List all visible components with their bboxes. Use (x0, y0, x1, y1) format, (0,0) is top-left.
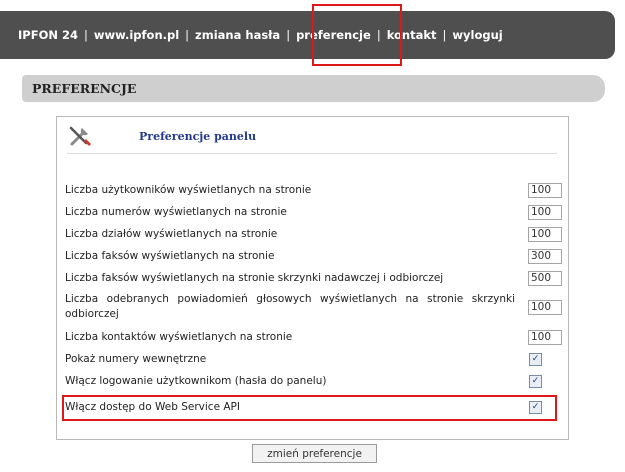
nav-change-password-link[interactable]: zmiana hasła (195, 28, 280, 42)
nav-separator: | (376, 28, 381, 42)
setting-label: Liczba odebranych powiadomień głosowych … (65, 293, 515, 320)
section-header: PREFERENCJE (22, 75, 605, 102)
panel-title: Preferencje panelu (139, 129, 257, 143)
nav-separator: | (286, 28, 291, 42)
setting-label: Pokaż numery wewnętrzne (65, 353, 207, 365)
setting-row-contacts: Liczba kontaktów wyświetlanych na stroni… (65, 327, 562, 347)
nav-site-link[interactable]: www.ipfon.pl (94, 28, 179, 42)
departments-per-page-input[interactable] (528, 226, 562, 242)
nav-contact-link[interactable]: kontakt (387, 28, 437, 42)
preferences-panel: Preferencje panelu Liczba użytkowników w… (56, 116, 569, 440)
setting-row-faxes-outbox: Liczba faksów wyświetlanych na stronie s… (65, 268, 562, 288)
nav-preferences-link[interactable]: preferencje (296, 28, 371, 42)
setting-row-web-service-api: Włącz dostęp do Web Service API ✓ (65, 397, 562, 417)
nav-brand-link[interactable]: IPFON 24 (18, 28, 78, 42)
setting-label: Liczba numerów wyświetlanych na stronie (65, 206, 287, 218)
setting-label: Liczba faksów wyświetlanych na stronie (65, 250, 275, 262)
faxes-per-page-input[interactable] (528, 248, 562, 264)
setting-row-numbers: Liczba numerów wyświetlanych na stronie (65, 202, 562, 222)
setting-row-user-login: Włącz logowanie użytkownikom (hasła do p… (65, 371, 562, 391)
top-nav: IPFON 24 | www.ipfon.pl | zmiana hasła |… (0, 28, 503, 42)
nav-separator: | (185, 28, 190, 42)
panel-title-divider (67, 153, 557, 154)
setting-label: Liczba faksów wyświetlanych na stronie s… (65, 272, 444, 284)
setting-row-faxes: Liczba faksów wyświetlanych na stronie (65, 246, 562, 266)
show-internal-numbers-checkbox[interactable]: ✓ (529, 352, 542, 366)
setting-label: Liczba kontaktów wyświetlanych na stroni… (65, 331, 293, 343)
setting-row-departments: Liczba działów wyświetlanych na stronie (65, 224, 562, 244)
nav-separator: | (83, 28, 88, 42)
setting-row-voice-notifications: Liczba odebranych powiadomień głosowych … (65, 290, 562, 324)
section-title: PREFERENCJE (32, 81, 137, 96)
top-navigation-bar: IPFON 24 | www.ipfon.pl | zmiana hasła |… (0, 11, 615, 59)
setting-label: Włącz dostęp do Web Service API (65, 401, 240, 413)
contacts-per-page-input[interactable] (528, 329, 562, 345)
setting-label: Liczba działów wyświetlanych na stronie (65, 228, 278, 240)
setting-row-internal-numbers: Pokaż numery wewnętrzne ✓ (65, 349, 562, 369)
enable-user-login-checkbox[interactable]: ✓ (529, 374, 542, 388)
setting-label: Włącz logowanie użytkownikom (hasła do p… (65, 375, 327, 387)
setting-row-users: Liczba użytkowników wyświetlanych na str… (65, 180, 562, 200)
panel-header: Preferencje panelu (67, 123, 256, 149)
enable-web-service-api-checkbox[interactable]: ✓ (529, 400, 542, 414)
users-per-page-input[interactable] (528, 182, 562, 198)
setting-label: Liczba użytkowników wyświetlanych na str… (65, 184, 312, 196)
faxes-mailbox-per-page-input[interactable] (528, 270, 562, 286)
voice-notifications-per-page-input[interactable] (528, 299, 562, 315)
nav-logout-link[interactable]: wyloguj (452, 28, 502, 42)
tools-icon (67, 123, 93, 149)
nav-separator: | (442, 28, 447, 42)
numbers-per-page-input[interactable] (528, 204, 562, 220)
change-preferences-button[interactable]: zmień preferencje (252, 444, 377, 463)
